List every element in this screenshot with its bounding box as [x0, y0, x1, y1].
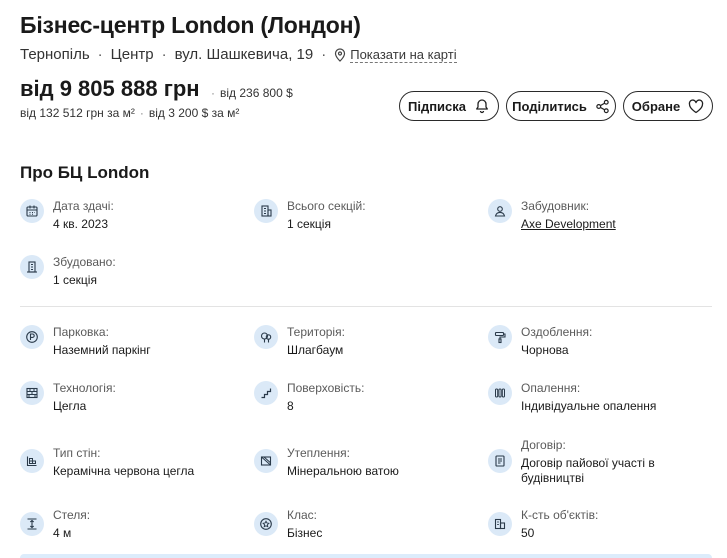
- separator: ·: [161, 46, 167, 63]
- bell-icon: [476, 99, 488, 114]
- section-divider: [20, 306, 712, 307]
- insulation-icon: [254, 449, 278, 473]
- share-button[interactable]: Поділитись: [506, 91, 616, 121]
- prop-territory: Територія: Шлагбаум: [254, 325, 345, 358]
- price-per-m2-usd: від 3 200 $ за м²: [148, 106, 240, 120]
- price-usd: · від 236 800 $: [211, 86, 293, 100]
- prop-ceiling: Стеля: 4 м: [20, 508, 90, 541]
- stairs-icon: [254, 381, 278, 405]
- tree-icon: [254, 325, 278, 349]
- prop-contract: Договір: Договір пайової участі в будівни…: [488, 438, 691, 486]
- prop-developer: Забудовник: Axe Development: [488, 199, 616, 232]
- separator: ·: [97, 46, 103, 63]
- prop-objects-count: К-сть об'єктів: 50: [488, 508, 598, 541]
- subscribe-button[interactable]: Підписка: [399, 91, 499, 121]
- banner-strip: [20, 554, 712, 558]
- favorite-label: Обране: [631, 98, 681, 114]
- prop-total-sections: Всього секцій: 1 секція: [254, 199, 366, 232]
- user-icon: [488, 199, 512, 223]
- prop-parking: Парковка: Наземний паркінг: [20, 325, 151, 358]
- prop-wall-type: Тип стін: Керамічна червона цегла: [20, 446, 194, 479]
- about-section-title: Про БЦ London: [20, 163, 150, 182]
- separator: ·: [321, 46, 327, 63]
- city[interactable]: Тернопіль: [20, 46, 90, 63]
- prop-technology: Технологія: Цегла: [20, 381, 116, 414]
- district[interactable]: Центр: [111, 46, 154, 63]
- address-line: Тернопіль · Центр · вул. Шашкевича, 19 ·…: [20, 46, 457, 63]
- prop-built: Збудовано: 1 секція: [20, 255, 116, 288]
- price-per-m2: від 132 512 грн за м² · від 3 200 $ за м²: [20, 106, 240, 120]
- building-check-icon: [20, 255, 44, 279]
- wall-icon: [20, 449, 44, 473]
- prop-insulation: Утеплення: Мінеральною ватою: [254, 446, 399, 479]
- calendar-icon: [20, 199, 44, 223]
- apartments-icon: [488, 512, 512, 536]
- building-icon: [254, 199, 278, 223]
- star-badge-icon: [254, 512, 278, 536]
- paint-roller-icon: [488, 325, 512, 349]
- developer-link[interactable]: Axe Development: [521, 217, 616, 232]
- map-pin-icon: [335, 47, 346, 62]
- price-per-m2-uah: від 132 512 грн за м²: [20, 106, 135, 120]
- share-icon: [596, 99, 609, 113]
- prop-class: Клас: Бізнес: [254, 508, 322, 541]
- share-label: Поділитись: [512, 98, 587, 114]
- prop-floors: Поверховість: 8: [254, 381, 364, 414]
- ceiling-height-icon: [20, 512, 44, 536]
- document-icon: [488, 449, 512, 473]
- show-on-map-link[interactable]: Показати на карті: [334, 46, 457, 63]
- page-title: Бізнес-центр London (Лондон): [20, 12, 361, 38]
- brick-icon: [20, 381, 44, 405]
- street: вул. Шашкевича, 19: [174, 46, 314, 63]
- favorite-button[interactable]: Обране: [623, 91, 713, 121]
- prop-heating: Опалення: Індивідуальне опалення: [488, 381, 656, 414]
- price-main: від 9 805 888 грн: [20, 76, 200, 101]
- map-link-label: Показати на карті: [350, 46, 457, 63]
- subscribe-label: Підписка: [407, 98, 467, 114]
- radiator-icon: [488, 381, 512, 405]
- parking-icon: [20, 325, 44, 349]
- prop-delivery-date: Дата здачі: 4 кв. 2023: [20, 199, 114, 232]
- prop-finishing: Оздоблення: Чорнова: [488, 325, 592, 358]
- heart-icon: [689, 98, 704, 113]
